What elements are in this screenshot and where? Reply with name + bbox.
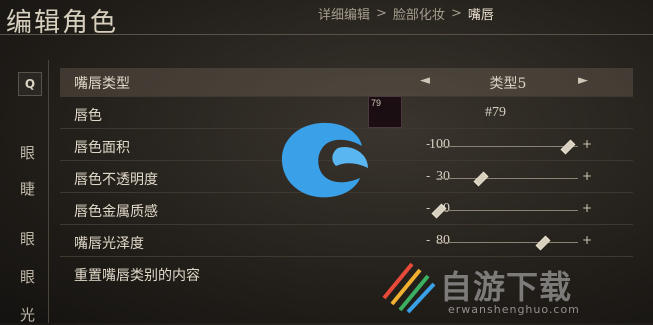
slider[interactable]: - + (426, 233, 592, 251)
breadcrumb-separator: > (450, 6, 462, 21)
slider-thumb[interactable] (431, 203, 447, 219)
minus-icon[interactable]: - (426, 169, 430, 183)
left-tab-eye-1[interactable]: 眼 (20, 142, 35, 163)
slider[interactable]: - + (426, 137, 592, 155)
slider[interactable]: - + (426, 201, 592, 219)
left-tab-eye-3[interactable]: 眼 (20, 266, 35, 287)
watermark-stripes-icon (382, 262, 436, 314)
row-label: 唇色金属质感 (74, 204, 158, 220)
search-icon[interactable]: Q (18, 72, 42, 96)
row-label: 唇色不透明度 (74, 172, 158, 188)
left-tab-lash[interactable]: 睫 (20, 178, 35, 199)
row-label: 嘴唇类型 (74, 76, 130, 92)
breadcrumb-item-detail-edit[interactable]: 详细编辑 (318, 4, 370, 23)
row-label: 唇色面积 (74, 140, 130, 156)
left-tab-eye-2[interactable]: 眼 (20, 228, 35, 249)
breadcrumb-item-face-makeup[interactable]: 脸部化妆 (393, 4, 445, 23)
slider[interactable]: - + (426, 169, 592, 187)
plus-icon[interactable]: + (582, 201, 592, 215)
row-label: 嘴唇光泽度 (74, 236, 144, 252)
reset-lips-button[interactable]: 重置嘴唇类别的内容 (74, 265, 200, 285)
header-divider (0, 34, 653, 35)
slider-thumb[interactable] (473, 171, 489, 187)
row-label: 唇色 (74, 108, 102, 124)
breadcrumb-separator: > (376, 6, 387, 21)
arrow-right-icon[interactable]: ► (578, 73, 588, 88)
breadcrumb: 详细编辑 > 脸部化妆 > 嘴唇 (318, 4, 494, 23)
swatch-number: 79 (371, 98, 382, 108)
row-lip-type[interactable]: 嘴唇类型 ◄ 类型5 ► (60, 68, 633, 97)
minus-icon[interactable]: - (426, 233, 430, 247)
watermark-text: 自游下载 (440, 268, 573, 306)
plus-icon[interactable]: + (582, 169, 592, 183)
slider-thumb[interactable] (535, 235, 551, 251)
breadcrumb-item-lips: 嘴唇 (467, 8, 494, 23)
row-lip-gloss[interactable]: 嘴唇光泽度 80 - + (60, 228, 633, 257)
minus-icon[interactable]: - (426, 201, 430, 215)
slider-track[interactable] (438, 146, 578, 147)
slider-track[interactable] (438, 178, 578, 179)
slider-track[interactable] (438, 210, 578, 211)
watermark-url: erwanshenghuo.com (448, 303, 580, 316)
left-tab-light[interactable]: 光 (20, 304, 35, 325)
plus-icon[interactable]: + (582, 137, 592, 151)
arrow-left-icon[interactable]: ◄ (420, 73, 430, 88)
minus-icon[interactable]: - (426, 137, 430, 151)
slider-track[interactable] (438, 242, 578, 243)
watermark-logo-icon (281, 122, 368, 198)
slider-thumb[interactable] (560, 139, 576, 155)
lip-color-value: #79 (485, 105, 506, 120)
lip-type-value: 类型5 (489, 76, 527, 92)
plus-icon[interactable]: + (582, 233, 592, 247)
